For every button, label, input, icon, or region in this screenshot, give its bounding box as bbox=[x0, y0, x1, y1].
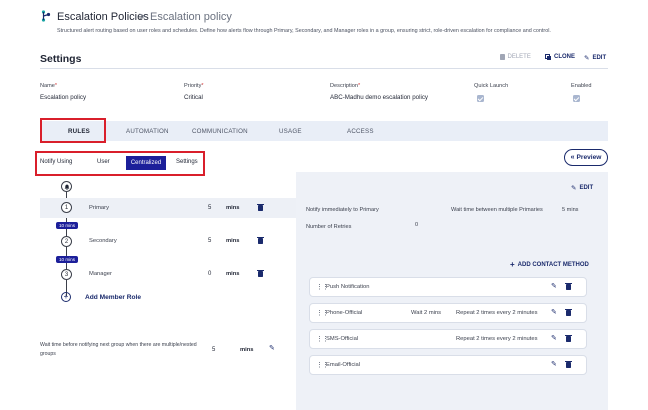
copy-icon bbox=[545, 54, 552, 61]
notify-using-highlight bbox=[35, 151, 205, 176]
enabled-checkbox[interactable] bbox=[573, 95, 580, 102]
bell-icon bbox=[61, 181, 72, 192]
contact-method-name: SMS-Official bbox=[326, 336, 359, 342]
edit-contact-icon[interactable]: ✎ bbox=[551, 308, 557, 316]
clone-button[interactable]: CLONE bbox=[545, 54, 575, 61]
quick-launch-checkbox[interactable] bbox=[477, 95, 484, 102]
detail-edit-label: EDIT bbox=[579, 185, 594, 191]
tab-communication[interactable]: COMMUNICATION bbox=[192, 128, 248, 135]
add-member-icon[interactable]: + bbox=[61, 292, 71, 302]
member-index-3: 3 bbox=[61, 269, 72, 280]
contact-method-wait: Wait 2 mins bbox=[411, 310, 442, 316]
pencil-icon: ✎ bbox=[584, 55, 590, 62]
tab-automation[interactable]: AUTOMATION bbox=[126, 128, 169, 135]
delete-contact-icon[interactable] bbox=[565, 308, 572, 316]
member-unit-primary: mins bbox=[226, 205, 240, 211]
edit-contact-icon[interactable]: ✎ bbox=[551, 282, 557, 290]
priority-value: Critical bbox=[184, 94, 203, 101]
delete-label: DELETE bbox=[507, 54, 531, 60]
description-label: Description* bbox=[330, 83, 361, 89]
name-label: Name* bbox=[40, 83, 58, 89]
gap-chip-1: 10 mins bbox=[56, 222, 78, 229]
member-index-2: 2 bbox=[61, 236, 72, 247]
settings-title: Settings bbox=[40, 53, 82, 65]
member-unit-secondary: mins bbox=[226, 238, 240, 244]
member-unit-manager: mins bbox=[226, 271, 240, 277]
delete-button[interactable]: DELETE bbox=[500, 54, 531, 60]
edit-button[interactable]: ✎ EDIT bbox=[584, 54, 606, 62]
add-contact-method-label: ADD CONTACT METHOD bbox=[517, 262, 589, 268]
tab-access[interactable]: ACCESS bbox=[347, 128, 374, 135]
enabled-label: Enabled bbox=[571, 83, 592, 89]
delete-secondary-icon[interactable] bbox=[257, 236, 264, 244]
settings-underline bbox=[40, 68, 608, 69]
retries-label: Number of Retries bbox=[306, 224, 352, 230]
double-chevron-left-icon: « bbox=[570, 154, 575, 161]
description-value: ABC-Madhu demo escalation policy bbox=[330, 94, 429, 101]
breadcrumb-separator: > bbox=[139, 11, 146, 23]
edit-contact-icon[interactable]: ✎ bbox=[551, 334, 557, 342]
member-wait-primary: 5 bbox=[208, 205, 212, 211]
edit-group-wait-icon[interactable]: ✎ bbox=[269, 344, 275, 352]
member-wait-secondary: 5 bbox=[208, 238, 212, 244]
member-wait-manager: 0 bbox=[208, 271, 212, 277]
group-wait-unit: mins bbox=[240, 347, 254, 353]
add-contact-method-button[interactable]: + ADD CONTACT METHOD bbox=[510, 261, 589, 269]
name-value: Escalation policy bbox=[40, 94, 87, 101]
policy-icon bbox=[41, 10, 51, 22]
quick-launch-label: Quick Launch bbox=[474, 83, 509, 89]
member-role-manager[interactable]: Manager bbox=[89, 271, 112, 277]
clone-label: CLONE bbox=[554, 54, 575, 60]
member-role-secondary[interactable]: Secondary bbox=[89, 238, 117, 244]
breadcrumb-current: Escalation policy bbox=[150, 11, 232, 23]
tab-usage[interactable]: USAGE bbox=[279, 128, 302, 135]
rules-tab-highlight bbox=[40, 118, 106, 143]
edit-label: EDIT bbox=[592, 55, 607, 61]
page-title[interactable]: Escalation Policies bbox=[57, 11, 149, 23]
notify-immediately-text: Notify immediately to Primary bbox=[306, 207, 379, 213]
wait-between-value: 5 mins bbox=[562, 207, 579, 213]
add-member-role-button[interactable]: Add Member Role bbox=[85, 294, 141, 301]
preview-label: Preview bbox=[576, 154, 602, 161]
page-description: Structured alert routing based on user r… bbox=[57, 28, 551, 34]
member-index-1: 1 bbox=[61, 202, 72, 213]
detail-edit-button[interactable]: ✎ EDIT bbox=[571, 184, 593, 192]
trash-icon bbox=[500, 54, 505, 60]
contact-method-repeat: Repeat 2 times every 2 minutes bbox=[456, 310, 538, 316]
delete-contact-icon[interactable] bbox=[565, 334, 572, 342]
gap-chip-2: 10 mins bbox=[56, 256, 78, 263]
contact-method-name: Email-Official bbox=[326, 362, 361, 368]
edit-contact-icon[interactable]: ✎ bbox=[551, 360, 557, 368]
delete-contact-icon[interactable] bbox=[565, 282, 572, 290]
contact-method-name: Push Notification bbox=[326, 284, 370, 290]
contact-method-repeat: Repeat 2 times every 2 minutes bbox=[456, 336, 538, 342]
priority-label: Priority* bbox=[184, 83, 204, 89]
retries-value: 0 bbox=[415, 222, 419, 228]
group-wait-value[interactable]: 5 bbox=[212, 347, 215, 353]
pencil-icon: ✎ bbox=[571, 185, 577, 192]
member-role-primary[interactable]: Primary bbox=[89, 205, 109, 211]
plus-icon: + bbox=[510, 260, 515, 269]
preview-button[interactable]: « Preview bbox=[564, 149, 608, 166]
delete-contact-icon[interactable] bbox=[565, 360, 572, 368]
wait-between-label: Wait time between multiple Primaries bbox=[451, 207, 543, 213]
contact-method-name: Phone-Official bbox=[326, 310, 363, 316]
delete-manager-icon[interactable] bbox=[257, 269, 264, 277]
delete-primary-icon[interactable] bbox=[257, 203, 264, 211]
group-wait-label: Wait time before notifying next group wh… bbox=[40, 342, 197, 357]
